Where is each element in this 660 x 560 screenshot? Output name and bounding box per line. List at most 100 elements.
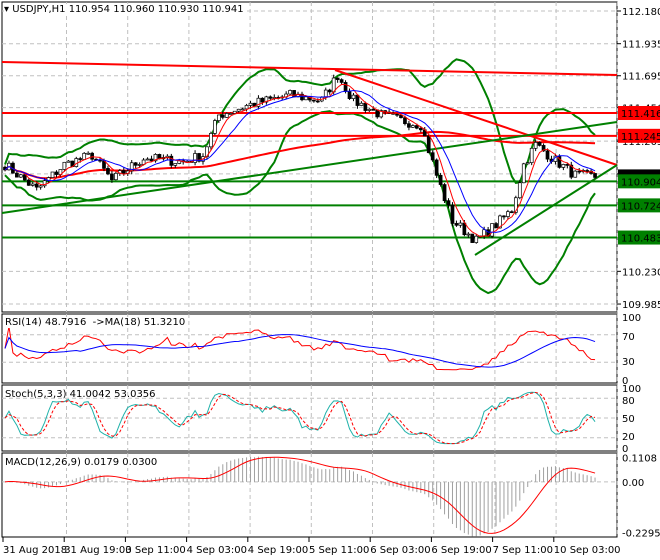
candle xyxy=(82,152,87,160)
rsi-title: RSI(14) 48.7916 ->MA(18) 51.3210 xyxy=(5,317,186,328)
candle xyxy=(193,153,197,163)
stoch-tick-label: 100 xyxy=(622,384,641,395)
candle xyxy=(18,174,23,178)
time-axis-label: 4 Sep 03:00 xyxy=(187,545,247,556)
candle xyxy=(490,223,494,237)
candle xyxy=(529,147,534,163)
candle xyxy=(375,109,380,118)
candle xyxy=(577,170,582,173)
candle xyxy=(220,114,225,118)
rsi-tick-label: 70 xyxy=(622,332,635,343)
candle xyxy=(228,113,233,115)
price-tick-label: 110.230 xyxy=(622,267,660,278)
candle xyxy=(213,120,217,134)
candle xyxy=(137,164,142,166)
candle xyxy=(268,96,273,99)
candle xyxy=(462,222,467,236)
candle xyxy=(371,108,376,111)
stoch-tick-label: 80 xyxy=(622,396,635,407)
symbol-label: USDJPY,H1 xyxy=(12,4,66,15)
candle xyxy=(414,125,419,129)
stoch-tick-label: 50 xyxy=(622,414,635,425)
candle xyxy=(466,233,471,236)
chart-header: ▾ USDJPY,H1 110.954 110.960 110.930 110.… xyxy=(4,4,244,15)
candle xyxy=(533,142,538,149)
time-axis-label: 5 Sep 11:00 xyxy=(309,545,369,556)
stoch-title: Stoch(5,3,3) 41.0042 53.0356 xyxy=(5,389,156,400)
candle xyxy=(312,99,316,102)
chart-canvas[interactable]: 112.180111.935111.695111.456111.205110.9… xyxy=(0,0,660,560)
candle xyxy=(510,211,514,214)
candle xyxy=(323,89,328,98)
candle xyxy=(434,159,439,176)
candle xyxy=(585,170,589,172)
candle xyxy=(121,170,126,174)
macd-title: MACD(12,26,9) 0.0179 0.0300 xyxy=(5,457,158,468)
candle xyxy=(106,168,110,175)
dropdown-icon[interactable]: ▾ xyxy=(4,4,12,15)
candle xyxy=(545,150,550,160)
candle xyxy=(438,174,443,185)
candle xyxy=(110,173,114,181)
candle xyxy=(454,223,459,226)
candle xyxy=(133,162,138,166)
candle xyxy=(363,102,368,111)
candle xyxy=(565,164,570,166)
candle xyxy=(343,82,348,92)
candle xyxy=(149,158,154,162)
stoch-tick-label: 20 xyxy=(622,432,635,443)
candle xyxy=(145,158,150,161)
candle xyxy=(15,172,19,178)
price-tick-label: 109.985 xyxy=(622,300,660,311)
rsi-tick-label: 30 xyxy=(622,357,635,368)
time-axis-label: 10 Sep 03:00 xyxy=(554,545,621,556)
candle xyxy=(470,233,475,243)
time-axis-label: 31 Aug 2018 xyxy=(3,545,67,556)
candle xyxy=(240,108,245,111)
price-label: 110.724 xyxy=(621,201,660,212)
candle xyxy=(446,200,451,206)
candle xyxy=(450,204,455,224)
candle xyxy=(517,182,522,199)
price-label: 110.904 xyxy=(621,177,660,188)
candle xyxy=(573,170,578,178)
candle xyxy=(62,161,67,170)
candle xyxy=(248,102,253,106)
candle xyxy=(355,94,360,106)
candle xyxy=(86,152,91,155)
time-axis-label: 4 Sep 19:00 xyxy=(248,545,308,556)
ohlc-readout: 110.954 110.960 110.930 110.941 xyxy=(68,4,244,15)
candle xyxy=(34,183,39,188)
candle xyxy=(38,185,43,188)
time-axis-label: 3 Sep 11:00 xyxy=(125,545,185,556)
candle xyxy=(54,171,59,175)
candle xyxy=(335,77,340,80)
candle xyxy=(173,163,178,166)
macd-tick-label: 0.1108 xyxy=(622,453,657,464)
chart-window[interactable]: 112.180111.935111.695111.456111.205110.9… xyxy=(0,0,660,560)
candle xyxy=(30,183,35,186)
candle xyxy=(236,108,241,112)
price-label: 111.245 xyxy=(621,132,660,143)
candle xyxy=(442,184,447,202)
candle xyxy=(78,158,83,160)
candle xyxy=(407,123,411,128)
price-tick-label: 111.695 xyxy=(622,72,660,83)
candle xyxy=(169,155,174,166)
candle xyxy=(426,135,431,154)
candle xyxy=(418,127,423,131)
time-axis-label: 6 Sep 19:00 xyxy=(431,545,491,556)
candle xyxy=(593,173,597,178)
candle xyxy=(359,102,364,106)
candle xyxy=(521,163,526,184)
candle xyxy=(411,125,415,128)
candle xyxy=(26,179,31,186)
candle xyxy=(114,172,118,181)
candle xyxy=(260,97,265,103)
candle xyxy=(292,90,296,98)
candle xyxy=(224,113,229,118)
candle xyxy=(474,235,479,243)
candle xyxy=(232,110,237,114)
candle xyxy=(327,89,332,93)
candle xyxy=(395,113,399,116)
